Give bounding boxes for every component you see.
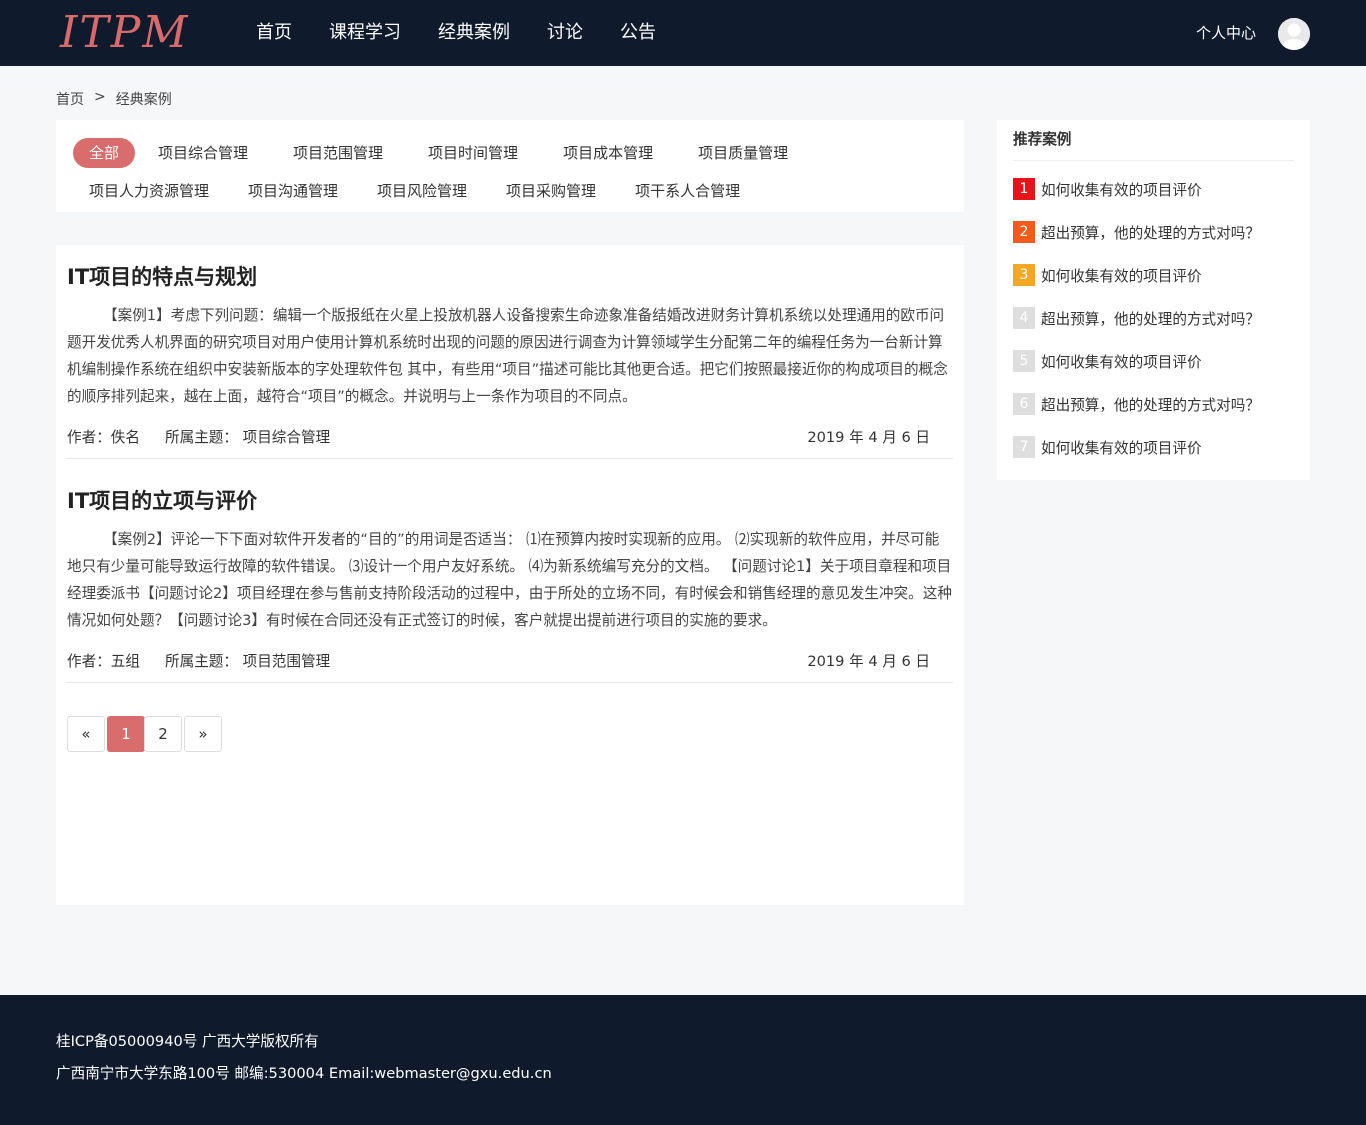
filter-chip[interactable]: 项目质量管理: [682, 138, 804, 168]
case-author: 作者：佚名: [67, 429, 140, 446]
divider: [67, 682, 953, 683]
rank-badge: 5: [1013, 350, 1035, 372]
category-filter-panel: 全部 项目综合管理 项目范围管理 项目时间管理 项目成本管理 项目质量管理 项目…: [56, 120, 964, 212]
filter-chip[interactable]: 项目成本管理: [547, 138, 669, 168]
user-center-link[interactable]: 个人中心: [1196, 0, 1256, 66]
nav-cases[interactable]: 经典案例: [438, 0, 510, 66]
filter-chip[interactable]: 项目风险管理: [361, 176, 483, 206]
rank-badge: 1: [1013, 178, 1035, 200]
nav-courses[interactable]: 课程学习: [329, 0, 401, 66]
recommended-item-label: 如何收集有效的项目评价: [1041, 439, 1202, 457]
recommended-item[interactable]: 7 如何收集有效的项目评价: [1013, 436, 1202, 458]
page-prev-button[interactable]: «: [67, 716, 105, 752]
recommended-item[interactable]: 5 如何收集有效的项目评价: [1013, 350, 1202, 372]
case-meta: 作者：五组 所属主题： 项目范围管理 2019 年 4 月 6 日: [67, 650, 953, 672]
pagination: « 1 2 »: [67, 716, 222, 752]
case-date: 2019 年 4 月 6 日: [807, 429, 930, 446]
recommended-item-label: 如何收集有效的项目评价: [1041, 353, 1202, 371]
case-excerpt: 【案例1】考虑下列问题：编辑一个版报纸在火星上投放机器人设备搜索生命迹象准备结婚…: [67, 307, 948, 405]
filter-chip[interactable]: 项目范围管理: [277, 138, 399, 168]
rank-badge: 2: [1013, 221, 1035, 243]
filter-chip[interactable]: 项目人力资源管理: [73, 176, 225, 206]
recommended-item-label: 如何收集有效的项目评价: [1041, 181, 1202, 199]
nav-discussion[interactable]: 讨论: [547, 0, 583, 66]
recommended-item-label: 超出预算，他的处理的方式对吗？: [1041, 310, 1260, 328]
case-meta: 作者：佚名 所属主题： 项目综合管理 2019 年 4 月 6 日: [67, 426, 953, 448]
divider: [67, 458, 953, 459]
site-footer: 桂ICP备05000940号 广西大学版权所有 广西南宁市大学东路100号 邮编…: [0, 995, 1366, 1125]
page-button-1[interactable]: 1: [107, 716, 145, 752]
breadcrumb-home[interactable]: 首页: [56, 89, 84, 109]
filter-row-1: 全部 项目综合管理 项目范围管理 项目时间管理 项目成本管理 项目质量管理: [73, 138, 811, 168]
breadcrumb-separator: >: [94, 89, 106, 105]
case-list-panel: IT项目的特点与规划 【案例1】考虑下列问题：编辑一个版报纸在火星上投放机器人设…: [56, 245, 964, 905]
nav-home[interactable]: 首页: [256, 0, 292, 66]
rank-badge: 4: [1013, 307, 1035, 329]
top-header: ITPM 首页 课程学习 经典案例 讨论 公告 个人中心: [0, 0, 1366, 66]
filter-chip[interactable]: 项目时间管理: [412, 138, 534, 168]
nav-announcements[interactable]: 公告: [620, 0, 656, 66]
rank-badge: 3: [1013, 264, 1035, 286]
filter-chip[interactable]: 项干系人合管理: [619, 176, 756, 206]
case-article: IT项目的特点与规划 【案例1】考虑下列问题：编辑一个版报纸在火星上投放机器人设…: [67, 262, 953, 459]
case-title[interactable]: IT项目的特点与规划: [67, 262, 953, 292]
page-next-button[interactable]: »: [184, 716, 222, 752]
case-excerpt: 【案例2】评论一下下面对软件开发者的“目的”的用词是否适当： ⑴在预算内按时实现…: [67, 531, 952, 629]
recommended-item[interactable]: 3 如何收集有效的项目评价: [1013, 264, 1202, 286]
case-topic[interactable]: 所属主题： 项目范围管理: [165, 650, 330, 671]
footer-address: 广西南宁市大学东路100号 邮编:530004 Email:webmaster@…: [56, 1065, 552, 1082]
breadcrumb: 首页 > 经典案例: [56, 89, 172, 109]
main-nav: 首页 课程学习 经典案例 讨论 公告: [256, 0, 693, 66]
rank-badge: 6: [1013, 393, 1035, 415]
breadcrumb-current: 经典案例: [115, 92, 172, 108]
page-button-2[interactable]: 2: [144, 716, 182, 752]
recommended-item[interactable]: 4 超出预算，他的处理的方式对吗？: [1013, 307, 1260, 329]
filter-chip[interactable]: 项目综合管理: [142, 138, 264, 168]
recommended-item[interactable]: 1 如何收集有效的项目评价: [1013, 178, 1202, 200]
recommended-item[interactable]: 6 超出预算，他的处理的方式对吗？: [1013, 393, 1260, 415]
user-avatar-icon: [1278, 18, 1310, 50]
case-article: IT项目的立项与评价 【案例2】评论一下下面对软件开发者的“目的”的用词是否适当…: [67, 486, 953, 683]
filter-chip[interactable]: 项目沟通管理: [232, 176, 354, 206]
recommended-item[interactable]: 2 超出预算，他的处理的方式对吗？: [1013, 221, 1260, 243]
filter-row-2: 项目人力资源管理 项目沟通管理 项目风险管理 项目采购管理 项干系人合管理: [73, 176, 763, 206]
rank-badge: 7: [1013, 436, 1035, 458]
filter-chip[interactable]: 项目采购管理: [490, 176, 612, 206]
case-date: 2019 年 4 月 6 日: [807, 653, 930, 670]
recommended-item-label: 超出预算，他的处理的方式对吗？: [1041, 224, 1260, 242]
recommended-item-label: 超出预算，他的处理的方式对吗？: [1041, 396, 1260, 414]
filter-chip-all[interactable]: 全部: [73, 138, 136, 168]
case-author: 作者：五组: [67, 653, 140, 670]
footer-copyright: 桂ICP备05000940号 广西大学版权所有: [56, 1033, 319, 1050]
user-avatar[interactable]: [1278, 18, 1310, 50]
case-topic[interactable]: 所属主题： 项目综合管理: [165, 426, 330, 447]
site-logo[interactable]: ITPM: [60, 6, 189, 60]
recommended-title: 推荐案例: [1013, 130, 1294, 161]
case-title[interactable]: IT项目的立项与评价: [67, 486, 953, 516]
recommended-cases-panel: 推荐案例 1 如何收集有效的项目评价 2 超出预算，他的处理的方式对吗？ 3 如…: [997, 120, 1310, 480]
recommended-item-label: 如何收集有效的项目评价: [1041, 267, 1202, 285]
